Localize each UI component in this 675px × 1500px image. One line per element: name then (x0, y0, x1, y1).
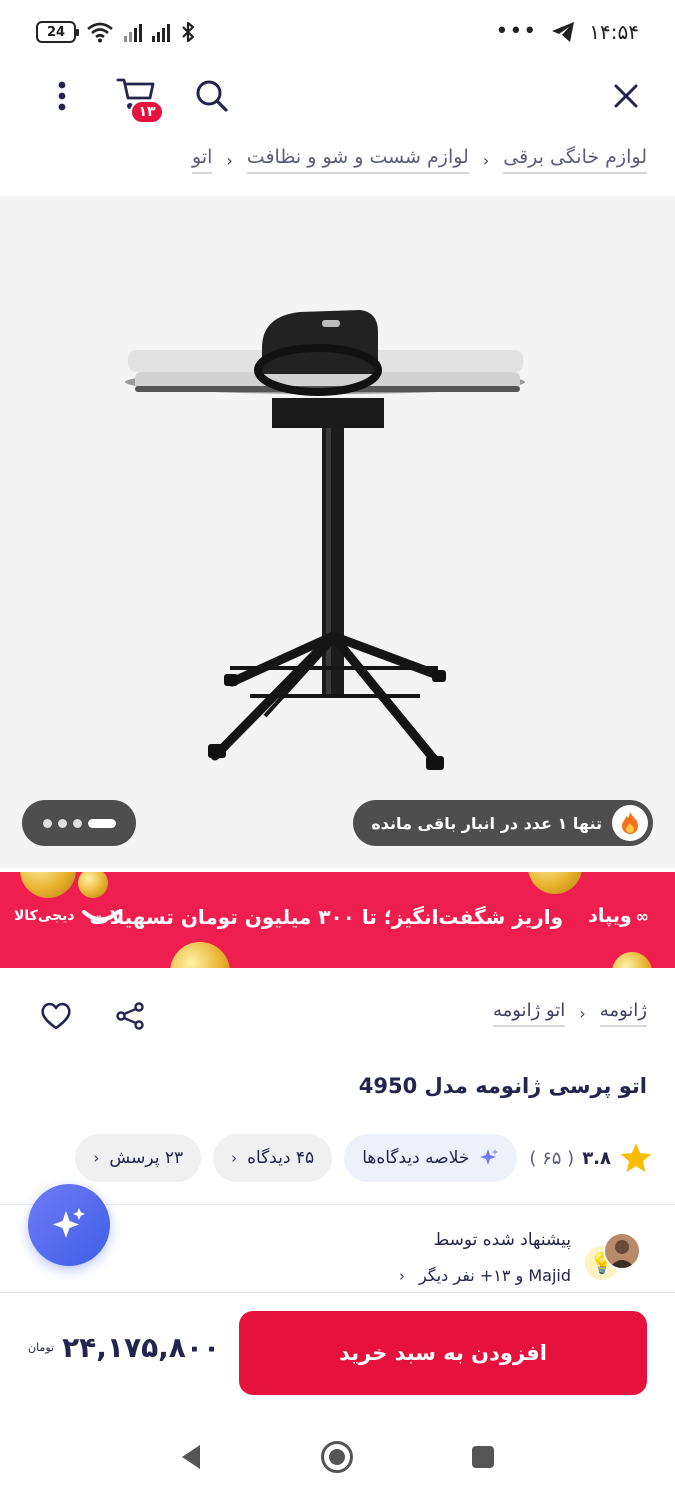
coin-decoration (170, 942, 230, 968)
product-gallery[interactable]: تنها ۱ عدد در انبار باقی مانده (0, 196, 675, 868)
system-navigation-bar (0, 1414, 675, 1500)
currency-label: تومان (28, 1341, 55, 1354)
rating: ۳.۸ ( ۶۵ ) (529, 1142, 653, 1174)
star-icon (620, 1143, 652, 1173)
top-toolbar: ۱۳ (0, 64, 675, 128)
product-title: اتو پرسی ژانومه مدل 4950 (358, 1074, 647, 1098)
low-stock-text: تنها ۱ عدد در انبار باقی مانده (371, 813, 602, 833)
add-to-cart-button[interactable]: افزودن به سبد خرید (239, 1311, 647, 1395)
product-chips-row: ۳.۸ ( ۶۵ ) خلاصه دیدگاه‌ها ۴۵ دیدگاه ‹ ۲… (75, 1134, 653, 1182)
sparkle-icon (480, 1149, 499, 1165)
avatar (603, 1232, 641, 1270)
ai-assistant-button[interactable] (28, 1184, 110, 1266)
coin-decoration (78, 872, 108, 898)
recommended-by-title: پیشنهاد شده توسط (433, 1230, 571, 1250)
rating-count: ( ۶۵ ) (529, 1147, 575, 1169)
promo-banner[interactable]: ∞ ویپاد واریز شگفت‌انگیز؛ تا ۳۰۰ میلیون … (0, 872, 675, 968)
cart-button[interactable]: ۱۳ (110, 74, 174, 124)
chevron-left-icon: ‹ (482, 150, 490, 170)
recommended-by-text: Majid و ۱۳+ نفر دیگر (419, 1266, 571, 1285)
reviews-chip[interactable]: ۴۵ دیدگاه ‹ (213, 1134, 333, 1182)
smile-logo-icon (81, 910, 120, 922)
breadcrumb-item[interactable]: لوازم خانگی برقی (503, 146, 647, 174)
heart-icon (41, 1002, 71, 1030)
price-box: تومان ۲۴,۱۷۵,۸۰۰ (28, 1331, 220, 1364)
questions-chip[interactable]: ۲۳ پرسش ‹ (75, 1134, 202, 1182)
search-button[interactable] (190, 74, 234, 118)
promo-brand: ∞ ویپاد (588, 905, 649, 927)
gallery-indicator[interactable] (22, 800, 136, 846)
wallet-icon: ∞ (635, 906, 649, 926)
battery-level: 24 (46, 24, 66, 40)
bluetooth-icon (182, 21, 195, 43)
gallery-dot (42, 818, 52, 828)
status-icons: 24 (36, 20, 196, 44)
coin-decoration (20, 872, 76, 898)
back-button[interactable] (174, 1440, 208, 1474)
signal-icon-2 (152, 22, 170, 42)
share-icon (116, 1002, 144, 1030)
share-button[interactable] (108, 996, 152, 1036)
recents-square-icon (472, 1446, 494, 1468)
chevron-left-icon: ‹ (226, 150, 233, 170)
more-menu-button[interactable] (40, 74, 84, 118)
purchase-bar: افزودن به سبد خرید تومان ۲۴,۱۷۵,۸۰۰ (0, 1292, 675, 1414)
product-image (125, 310, 525, 770)
wifi-icon (87, 22, 113, 43)
chevron-left-icon: ‹ (399, 1266, 406, 1285)
gallery-dot (72, 818, 82, 828)
review-summary-chip[interactable]: خلاصه دیدگاه‌ها (344, 1134, 518, 1182)
telegram-icon (552, 22, 575, 42)
breadcrumb-item[interactable]: اتو (192, 146, 213, 174)
chevron-left-icon: ‹ (93, 1149, 100, 1167)
coin-decoration (528, 872, 582, 894)
home-button[interactable] (320, 1440, 354, 1474)
breadcrumb: لوازم خانگی برقی ‹ لوازم شست و شو و نظاف… (192, 146, 647, 174)
brand-row: ژانومه ‹ اتو ژانومه (492, 1000, 647, 1027)
breadcrumb-item[interactable]: لوازم شست و شو و نظافت (246, 146, 469, 174)
category-link[interactable]: اتو ژانومه (492, 1000, 566, 1027)
more-notifications-icon: ••• (495, 19, 538, 44)
signal-icon (124, 22, 142, 42)
cart-count-badge: ۱۳ (130, 100, 164, 124)
chevron-left-icon: ‹ (579, 1004, 586, 1023)
home-circle-icon (321, 1441, 353, 1473)
back-triangle-icon (182, 1445, 200, 1469)
recents-button[interactable] (466, 1440, 500, 1474)
battery-icon: 24 (36, 21, 79, 43)
coin-decoration (612, 952, 652, 968)
gallery-dot (57, 818, 67, 828)
promo-partner: دیجی‌کالا (14, 908, 121, 924)
close-button[interactable] (604, 74, 648, 118)
search-icon (196, 80, 228, 112)
price: ۲۴,۱۷۵,۸۰۰ (62, 1331, 221, 1364)
clock: ۱۴:۵۴ (589, 20, 639, 44)
brand-link[interactable]: ژانومه (599, 1000, 647, 1027)
status-right: ••• ۱۴:۵۴ (495, 20, 639, 44)
close-icon (614, 84, 638, 108)
fire-icon (612, 805, 648, 841)
chevron-left-icon: ‹ (231, 1149, 238, 1167)
low-stock-badge: تنها ۱ عدد در انبار باقی مانده (353, 800, 653, 846)
sparkle-icon (53, 1208, 85, 1238)
recommended-by-link[interactable]: Majid و ۱۳+ نفر دیگر ‹ (399, 1266, 571, 1285)
status-bar: 24 ••• ۱۴:۵۴ (0, 0, 675, 64)
kebab-menu-icon (58, 81, 66, 111)
favorite-button[interactable] (34, 996, 78, 1036)
gallery-dot-active (87, 818, 116, 828)
promo-text: واریز شگفت‌انگیز؛ تا ۳۰۰ میلیون تومان تس… (89, 905, 563, 929)
rating-value: ۳.۸ (582, 1147, 611, 1169)
